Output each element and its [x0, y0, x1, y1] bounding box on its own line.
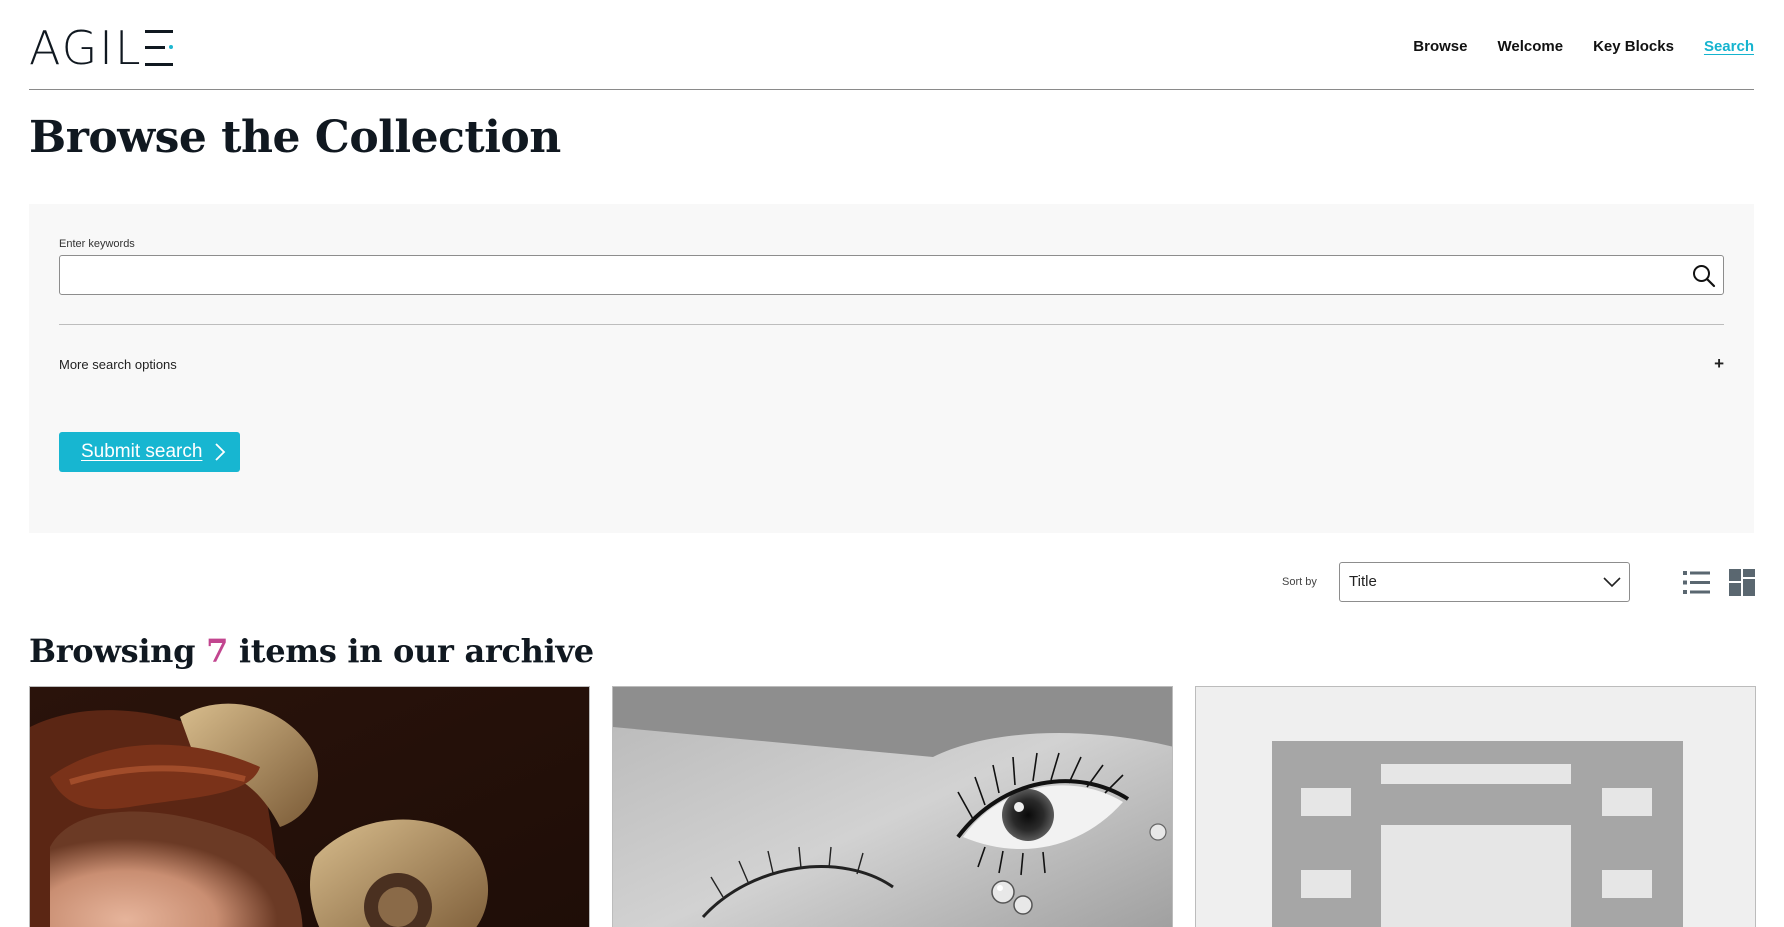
results-heading: Browsing 7 items in our archive	[29, 632, 594, 670]
result-card[interactable]	[1195, 686, 1756, 927]
page-title: Browse the Collection	[29, 112, 561, 163]
results-count: 7	[206, 632, 229, 670]
plus-icon: +	[1714, 354, 1724, 373]
nav-browse[interactable]: Browse	[1413, 38, 1467, 55]
sort-by-label: Sort by	[1282, 576, 1317, 588]
chevron-down-icon	[1603, 577, 1621, 588]
keywords-label: Enter keywords	[59, 238, 135, 250]
more-search-options-label: More search options	[59, 357, 177, 372]
list-view-icon[interactable]	[1683, 569, 1710, 596]
results-heading-prefix: Browsing	[29, 632, 196, 670]
site-logo[interactable]: AGIL	[29, 21, 175, 75]
keywords-field	[59, 255, 1724, 295]
search-panel: Enter keywords More search options + Sub…	[29, 204, 1754, 533]
panel-divider	[59, 324, 1724, 325]
nav-welcome[interactable]: Welcome	[1497, 38, 1563, 55]
nav-search[interactable]: Search	[1704, 38, 1754, 55]
sort-selected-value: Title	[1349, 573, 1377, 590]
logo-e-mark	[144, 30, 175, 66]
nav-key-blocks[interactable]: Key Blocks	[1593, 38, 1674, 55]
results-heading-suffix: items in our archive	[238, 632, 594, 670]
more-search-options-toggle[interactable]: More search options +	[59, 354, 1724, 376]
submit-search-button[interactable]: Submit search	[59, 432, 240, 472]
main-nav: Browse Welcome Key Blocks Search	[1413, 38, 1754, 55]
card-thumbnail-eye	[613, 687, 1172, 927]
site-header: AGIL Browse Welcome Key Blocks Search	[29, 0, 1754, 90]
result-card[interactable]	[29, 686, 590, 927]
video-placeholder-icon	[1196, 687, 1755, 927]
logo-text: AGIL	[29, 21, 143, 75]
chevron-right-icon	[215, 443, 226, 461]
keywords-input[interactable]	[60, 256, 1723, 294]
sort-select[interactable]: Title	[1339, 562, 1630, 602]
card-thumbnail-portrait	[30, 687, 589, 927]
result-card[interactable]	[612, 686, 1173, 927]
grid-view-icon[interactable]	[1729, 569, 1755, 596]
submit-search-label: Submit search	[81, 441, 203, 462]
search-icon[interactable]	[1691, 263, 1717, 289]
